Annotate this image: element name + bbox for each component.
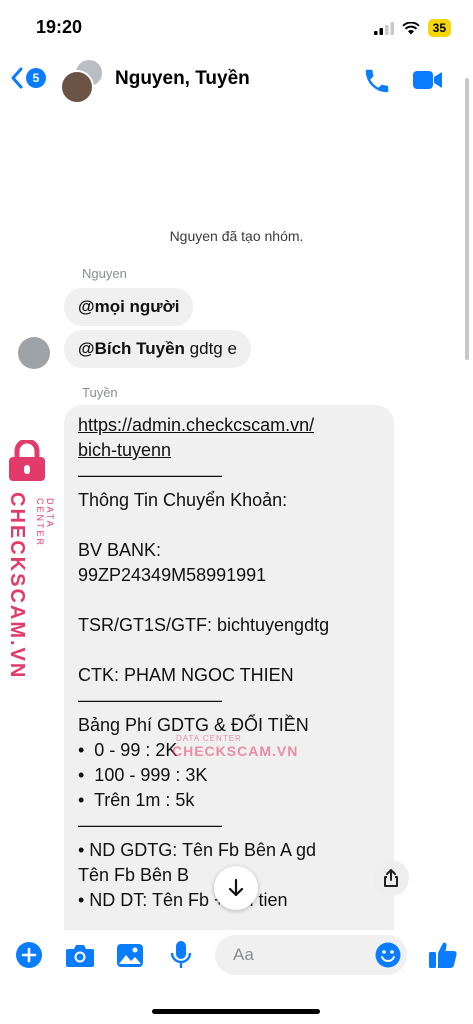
message-line: Thông Tin Chuyển Khoản: bbox=[78, 490, 288, 510]
watermark-brand: CHECKSCAM.VN bbox=[172, 743, 299, 759]
mention-text[interactable]: @Bích Tuyền bbox=[78, 339, 185, 358]
message-link[interactable]: bich-tuyenn bbox=[78, 438, 380, 463]
message-input-placeholder: Aa bbox=[233, 945, 254, 964]
sender-name: Nguyen bbox=[82, 266, 127, 281]
lock-icon bbox=[9, 438, 45, 481]
status-icons: 35 bbox=[373, 18, 451, 38]
arrow-down-icon bbox=[228, 878, 244, 897]
emoji-icon[interactable] bbox=[375, 942, 401, 968]
watermark-tagline: DATA CENTER bbox=[176, 734, 242, 743]
message-line: BV BANK: bbox=[78, 540, 162, 560]
video-icon[interactable] bbox=[412, 68, 444, 92]
back-button[interactable]: 5 bbox=[10, 66, 46, 90]
battery-indicator: 35 bbox=[427, 19, 451, 37]
scrollbar[interactable] bbox=[465, 78, 469, 360]
system-message: Nguyen đã tạo nhóm. bbox=[169, 228, 304, 244]
watermark-brand: CHECKSCAM.VN bbox=[6, 492, 28, 680]
message-line bbox=[78, 638, 380, 663]
message-input[interactable]: Aa bbox=[215, 935, 407, 975]
mention-text[interactable]: @mọi người bbox=[78, 297, 179, 316]
share-button[interactable] bbox=[373, 860, 409, 896]
watermark-tagline: DATA CENTER bbox=[35, 498, 55, 548]
mic-icon[interactable] bbox=[170, 940, 192, 970]
message-line: 99ZP24349M58991991 bbox=[78, 565, 267, 585]
chat-header: 5 Nguyen, Tuyền bbox=[0, 52, 473, 108]
message-line: CTK: PHAM NGOC THIEN bbox=[78, 665, 294, 685]
unread-count-badge: 5 bbox=[26, 68, 46, 88]
avatar bbox=[60, 70, 94, 104]
home-indicator bbox=[152, 1009, 320, 1014]
message-line: • 100 - 999 : 3K bbox=[78, 765, 208, 785]
message-bubble[interactable]: @mọi người bbox=[64, 288, 194, 326]
message-line: • Trên 1m : 5k bbox=[78, 790, 195, 810]
status-time: 19:20 bbox=[36, 17, 83, 37]
message-bubble[interactable]: @Bích Tuyền gdtg e bbox=[64, 330, 251, 368]
message-line: ———————— bbox=[78, 690, 222, 710]
watermark-side: CHECKSCAM.VN DATA CENTER bbox=[5, 438, 55, 679]
phone-icon[interactable] bbox=[362, 66, 392, 96]
message-line: • ND GDTG: Tên Fb Bên A gd bbox=[78, 840, 317, 860]
avatar[interactable] bbox=[18, 337, 50, 369]
wifi-icon bbox=[401, 21, 420, 34]
share-icon bbox=[384, 869, 398, 887]
scroll-to-bottom-button[interactable] bbox=[214, 866, 258, 910]
message-line: ———————— bbox=[78, 465, 222, 485]
message-text: gdtg e bbox=[184, 339, 237, 358]
message-line bbox=[78, 588, 380, 613]
plus-icon[interactable] bbox=[16, 942, 42, 968]
message-line bbox=[78, 513, 380, 538]
message-link[interactable]: https://admin.checkcscam.vn/ bbox=[78, 413, 380, 438]
back-chevron-icon bbox=[11, 67, 23, 89]
chat-title[interactable]: Nguyen, Tuyền bbox=[115, 68, 250, 90]
group-avatar[interactable] bbox=[60, 58, 104, 104]
message-line: TSR/GT1S/GTF: bichtuyengdtg bbox=[78, 615, 330, 635]
sender-name: Tuyền bbox=[82, 385, 118, 400]
signal-icon bbox=[373, 21, 394, 35]
camera-icon[interactable] bbox=[65, 943, 95, 968]
composer-bar: Aa bbox=[0, 930, 473, 982]
thumbs-up-icon[interactable] bbox=[428, 940, 458, 970]
watermark-center: DATA CENTER CHECKSCAM.VN bbox=[140, 734, 298, 759]
image-icon[interactable] bbox=[116, 943, 144, 968]
message-line: ———————— bbox=[78, 815, 222, 835]
